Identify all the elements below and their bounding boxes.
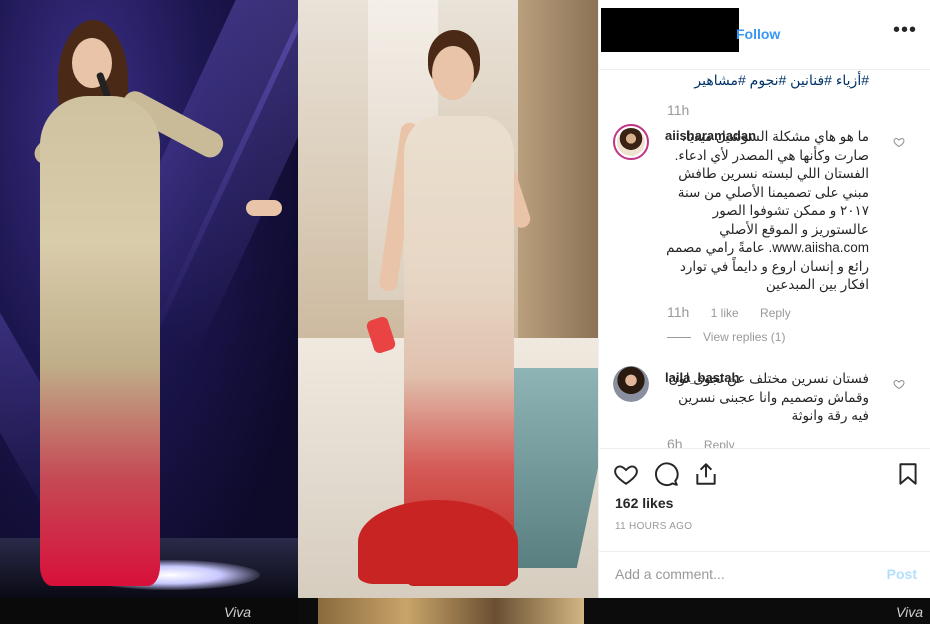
caption-time: 11h — [667, 102, 690, 118]
more-options-icon[interactable]: ••• — [893, 20, 917, 40]
comment-time: 11h — [667, 304, 690, 320]
reply-button[interactable]: Reply — [704, 438, 735, 448]
comment-meta: 11h 1 like Reply — [667, 304, 809, 320]
add-comment-bar: Post — [599, 551, 930, 599]
watermark-text: Viva — [224, 604, 251, 620]
post-header: Follow ••• — [599, 0, 930, 70]
avatar[interactable] — [613, 366, 649, 402]
heart-icon[interactable] — [893, 136, 905, 148]
heart-icon[interactable] — [613, 461, 639, 487]
comment-icon[interactable] — [653, 461, 679, 487]
post-image[interactable] — [0, 0, 598, 598]
comments-list[interactable]: #أزياء #فنانين #نجوم #مشاهير 11h aiishar… — [599, 70, 930, 448]
post-button[interactable]: Post — [887, 566, 917, 582]
view-replies[interactable]: View replies (1) — [667, 330, 785, 344]
post-timestamp: 11 HOURS AGO — [615, 521, 693, 532]
post-actions: 162 likes 11 HOURS AGO Post — [599, 448, 930, 598]
likes-count[interactable]: 162 likes — [615, 495, 673, 511]
watermark-text-right: Viva — [896, 604, 923, 620]
post-sidebar: Follow ••• #أزياء #فنانين #نجوم #مشاهير … — [598, 0, 930, 598]
redacted-username — [601, 8, 739, 52]
bookmark-icon[interactable] — [895, 461, 921, 487]
comment-meta: 6h Reply — [667, 436, 753, 448]
comment-likes[interactable]: 1 like — [711, 306, 739, 320]
comment-text: فستان نسرين مختلف عن نجوى لون وقماش وتصم… — [668, 371, 869, 423]
comment-text: ما هو هاي مشكلة السوشيل ميديا، صارت وكأن… — [666, 129, 869, 292]
heart-icon[interactable] — [893, 378, 905, 390]
share-icon[interactable] — [693, 461, 719, 487]
caption-hashtags[interactable]: #أزياء #فنانين #نجوم #مشاهير — [694, 72, 869, 89]
avatar[interactable] — [613, 124, 649, 160]
divider-line — [667, 337, 691, 339]
photo-woman-in-gown — [298, 0, 598, 598]
follow-button[interactable]: Follow — [736, 26, 780, 42]
bottom-strip: Viva Viva — [0, 598, 930, 624]
photo-singer-on-stage — [0, 0, 298, 598]
reply-button[interactable]: Reply — [760, 306, 791, 320]
view-replies-label: View replies (1) — [703, 330, 786, 344]
comment-input[interactable] — [615, 566, 855, 582]
comment-time: 6h — [667, 436, 683, 448]
